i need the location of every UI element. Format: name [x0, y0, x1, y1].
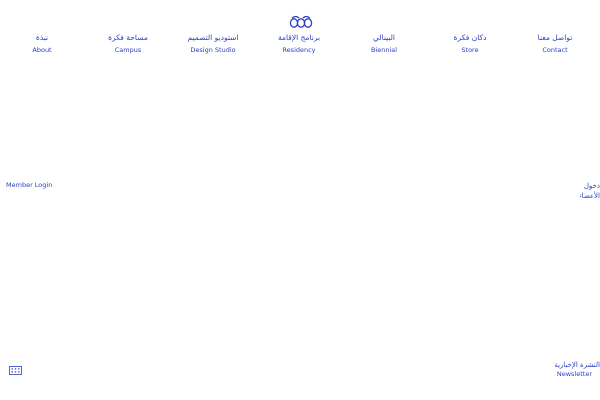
nav-item-store-ar: دكان فكرة [453, 33, 487, 42]
nav-item-campus-en: Campus [114, 46, 142, 54]
nav-item-about-ar: نبذة [35, 33, 49, 42]
nav-item-contact-ar: تواصل معنا [537, 33, 573, 42]
member-login-ar-line2: الأعضاء [580, 192, 600, 200]
nav-item-store-en: Store [461, 46, 479, 54]
newsletter-en-label: Newsletter [556, 370, 592, 378]
newsletter-ar-label: النشرة الإخبارية [554, 361, 600, 369]
nav-item-campus-ar: مساحة فكرة [108, 33, 148, 42]
nav-item-design-studio-en: Design Studio [190, 46, 236, 54]
nav-item-biennial[interactable]: البينالي Biennial [339, 33, 429, 55]
nav-item-store[interactable]: دكان فكرة Store [425, 33, 515, 55]
nav-item-contact-en: Contact [542, 46, 568, 54]
nav-item-about-en: About [32, 46, 52, 54]
main-nav: نبذة About مساحة فكرة Campus استوديو الت… [0, 33, 600, 59]
nav-item-design-studio[interactable]: استوديو التصميم Design Studio [168, 33, 258, 55]
nav-item-biennial-ar: البينالي [373, 33, 395, 42]
nav-item-residency[interactable]: برنامج الإقامة Residency [254, 33, 344, 55]
member-login-ar-link[interactable]: دخول الأعضاء [580, 181, 600, 201]
member-login-ar-line1: دخول [583, 182, 600, 190]
nav-item-about[interactable]: نبذة About [0, 33, 87, 55]
nav-item-design-studio-ar: استوديو التصميم [187, 33, 239, 42]
nav-item-residency-ar: برنامج الإقامة [277, 33, 321, 42]
nav-item-campus[interactable]: مساحة فكرة Campus [83, 33, 173, 55]
newsletter-link[interactable]: النشرة الإخبارية Newsletter [554, 360, 600, 379]
nav-item-residency-en: Residency [282, 46, 316, 54]
nav-item-biennial-en: Biennial [370, 46, 398, 54]
member-login-link[interactable]: Member Login [6, 181, 52, 190]
fikra-logo-icon[interactable] [289, 15, 313, 29]
nav-item-contact[interactable]: تواصل معنا Contact [510, 33, 600, 55]
grid-menu-icon[interactable] [9, 366, 22, 375]
